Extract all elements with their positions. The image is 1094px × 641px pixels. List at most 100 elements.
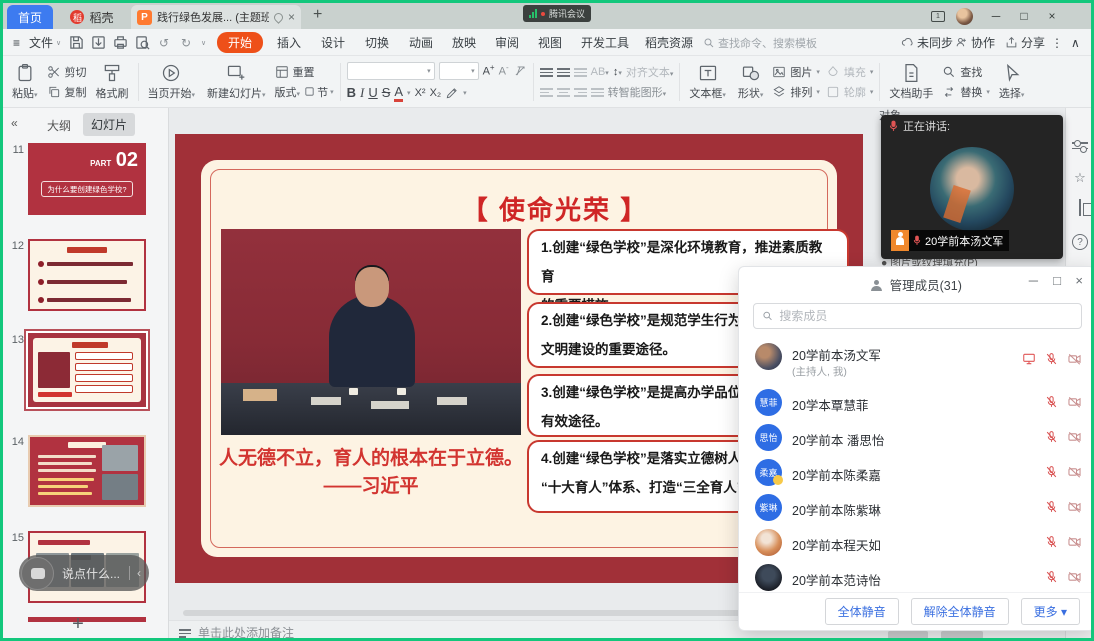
italic-button[interactable]: I xyxy=(360,85,364,101)
replace-button[interactable]: 替换▾ xyxy=(942,84,990,100)
member-search-box[interactable] xyxy=(753,303,1082,329)
tab-home-ribbon[interactable]: 开始 xyxy=(217,29,263,56)
camera-off-icon[interactable] xyxy=(1067,570,1082,584)
new-slide-button[interactable]: 新建幻灯片▾ xyxy=(204,63,269,101)
meeting-chat-bubble[interactable]: 说点什么... ‹ xyxy=(19,555,149,591)
underline-button[interactable]: U xyxy=(368,85,377,100)
more-menu-icon[interactable]: ⋮ xyxy=(1051,29,1063,56)
tab-view[interactable]: 视图 xyxy=(534,29,566,56)
tab-outline[interactable]: 大纲 xyxy=(47,117,71,134)
save-button[interactable] xyxy=(69,29,84,56)
share-button[interactable]: 分享 xyxy=(1005,29,1045,56)
tab-insert[interactable]: 插入 xyxy=(273,29,305,56)
paste-button[interactable]: 粘贴▾ xyxy=(9,63,41,101)
mic-muted-icon[interactable] xyxy=(1045,430,1058,444)
number-list-icon[interactable] xyxy=(557,66,570,77)
shapes-button[interactable]: 形状▾ xyxy=(735,63,767,101)
single-window-mode-button[interactable]: 1 xyxy=(925,3,951,29)
tab-transition[interactable]: 切换 xyxy=(361,29,393,56)
member-row[interactable]: 紫琳 20学前本陈紫琳 xyxy=(739,490,1094,525)
section-button[interactable]: 节▾ xyxy=(304,84,334,100)
indent-decrease-icon[interactable] xyxy=(574,66,587,77)
textbox-button[interactable]: 文本框▾ xyxy=(686,63,729,101)
format-properties-icon[interactable] xyxy=(1072,138,1088,154)
to-smartart-button[interactable]: 转智能图形▾ xyxy=(608,84,667,100)
restore-button[interactable]: □ xyxy=(1011,3,1037,29)
collapse-ribbon-icon[interactable]: ∧ xyxy=(1071,29,1080,56)
collaborate-button[interactable]: 协作 xyxy=(955,29,995,56)
tab-slideshow[interactable]: 放映 xyxy=(448,29,480,56)
member-row[interactable]: 思怡 20学前本 潘思怡 xyxy=(739,420,1094,455)
camera-off-icon[interactable] xyxy=(1067,430,1082,444)
member-row[interactable]: 20学前本范诗怡 xyxy=(739,560,1094,595)
new-tab-button[interactable]: + xyxy=(313,6,322,24)
print-preview-button[interactable] xyxy=(135,29,150,56)
member-row[interactable]: 慧菲 20学本覃慧菲 xyxy=(739,385,1094,420)
camera-off-icon[interactable] xyxy=(1067,395,1082,409)
tab-design[interactable]: 设计 xyxy=(317,29,349,56)
select-button[interactable]: 选择▾ xyxy=(996,63,1028,101)
line-spacing-button[interactable]: ↕▾ xyxy=(613,66,622,78)
camera-off-icon[interactable] xyxy=(1067,352,1082,366)
mic-muted-icon[interactable] xyxy=(1045,352,1058,366)
mic-muted-icon[interactable] xyxy=(1045,465,1058,479)
more-button[interactable]: 更多 ▾ xyxy=(1021,598,1080,625)
align-text-button[interactable]: 对齐文本▾ xyxy=(626,64,674,80)
toolbar-options-caret[interactable]: ∨ xyxy=(201,29,206,56)
collapse-chat-icon[interactable]: ‹ xyxy=(129,566,149,580)
pin-icon[interactable] xyxy=(272,11,285,24)
tab-document[interactable]: P 践行绿色发展... (主题班会) × xyxy=(131,5,301,29)
font-name-select[interactable]: ▾ xyxy=(347,62,435,80)
fill-button[interactable]: 填充▾ xyxy=(826,64,874,80)
format-painter-button[interactable]: 格式刷 xyxy=(93,63,132,101)
outline-button[interactable]: 轮廓▾ xyxy=(826,84,874,100)
members-panel-header[interactable]: 管理成员(31) ─ □ × xyxy=(739,267,1094,297)
copy-button[interactable]: 复制 xyxy=(47,84,87,100)
font-size-select[interactable]: ▾ xyxy=(439,62,479,80)
increase-font-button[interactable]: A+ xyxy=(483,63,495,78)
effects-star-icon[interactable]: ☆ xyxy=(1072,170,1088,186)
layout-button[interactable]: 版式▾ xyxy=(275,84,301,100)
close-tab-icon[interactable]: × xyxy=(288,10,295,24)
tab-review[interactable]: 审阅 xyxy=(491,29,523,56)
add-slide-button[interactable]: + xyxy=(63,613,93,636)
tab-home[interactable]: 首页 xyxy=(7,5,53,29)
mic-muted-icon[interactable] xyxy=(1045,535,1058,549)
meeting-share-badge[interactable]: 腾讯会议 xyxy=(523,5,591,22)
play-from-current-button[interactable]: 当页开始▾ xyxy=(145,63,199,101)
reset-button[interactable]: 重置 xyxy=(275,64,334,80)
panel-minimize-button[interactable]: ─ xyxy=(1029,273,1038,288)
bold-button[interactable]: B xyxy=(347,85,356,100)
picture-button[interactable]: 图片▾ xyxy=(772,64,820,80)
align-center-icon[interactable] xyxy=(557,86,570,97)
switch-panel-icon[interactable] xyxy=(1072,200,1088,216)
close-window-button[interactable]: × xyxy=(1039,3,1065,29)
unmute-all-button[interactable]: 解除全体静音 xyxy=(911,598,1009,625)
slide-thumbnail-11[interactable]: PART 02 为什么要创建绿色学校? xyxy=(28,143,146,215)
panel-maximize-button[interactable]: □ xyxy=(1053,273,1061,288)
print-button[interactable] xyxy=(113,29,128,56)
redo-button[interactable]: ↻ xyxy=(181,29,191,56)
panel-close-button[interactable]: × xyxy=(1075,273,1083,288)
camera-off-icon[interactable] xyxy=(1067,500,1082,514)
slide-thumbnail-12[interactable] xyxy=(28,239,146,311)
sync-status[interactable]: 未同步 xyxy=(901,29,953,56)
tab-store[interactable]: 稻 稻壳 xyxy=(57,5,127,29)
member-row[interactable]: 20学前本程天如 xyxy=(739,525,1094,560)
subscript-button[interactable]: X₂ xyxy=(430,87,442,99)
tab-animation[interactable]: 动画 xyxy=(405,29,437,56)
mute-all-button[interactable]: 全体静音 xyxy=(825,598,899,625)
member-row[interactable]: 20学前本汤文军 (主持人, 我) xyxy=(739,339,1094,383)
collapse-sidebar-button[interactable]: « xyxy=(11,116,18,130)
bullet-list-icon[interactable] xyxy=(540,66,553,77)
mic-muted-icon[interactable] xyxy=(1045,500,1058,514)
doc-assistant-button[interactable]: 文档助手 xyxy=(886,63,936,101)
camera-off-icon[interactable] xyxy=(1067,465,1082,479)
mic-muted-icon[interactable] xyxy=(1045,570,1058,584)
find-button[interactable]: 查找 xyxy=(942,64,990,80)
tab-slides[interactable]: 幻灯片 xyxy=(83,113,135,136)
font-color-button[interactable]: A xyxy=(394,84,403,102)
minimize-button[interactable]: ─ xyxy=(983,3,1009,29)
tab-devtools[interactable]: 开发工具 xyxy=(577,29,633,56)
file-menu[interactable]: 文件∨ xyxy=(29,29,61,56)
